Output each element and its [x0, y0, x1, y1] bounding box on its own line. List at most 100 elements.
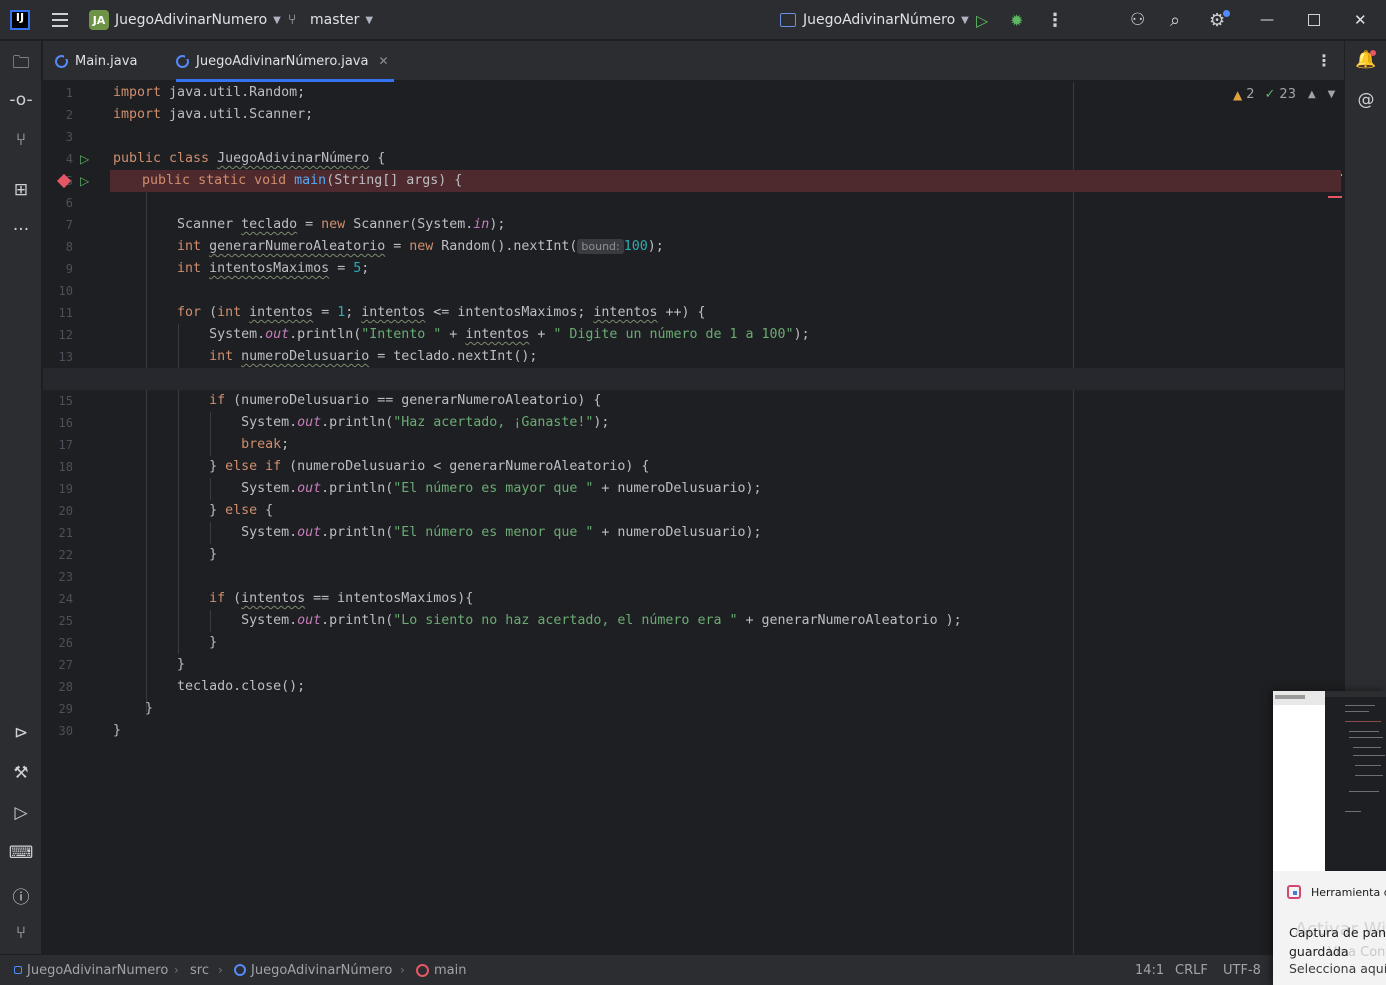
- run-class-gutter-icon[interactable]: ▷: [80, 148, 89, 170]
- line-number[interactable]: 9: [43, 258, 73, 280]
- line-number[interactable]: 17: [43, 434, 73, 456]
- project-selector[interactable]: JuegoAdivinarNumero ▼: [115, 0, 281, 40]
- structure-icon[interactable]: ⊞: [0, 180, 42, 200]
- line-number[interactable]: 22: [43, 544, 73, 566]
- line-number[interactable]: 13: [43, 346, 73, 368]
- services-icon[interactable]: ⊳: [0, 723, 42, 743]
- code-editor[interactable]: 1234567891011121314151617181920212223242…: [43, 82, 1344, 954]
- code-line-5[interactable]: public static void main(String[] args) {: [110, 170, 1341, 192]
- line-number[interactable]: 26: [43, 632, 73, 654]
- run-tool-icon[interactable]: ▷: [0, 803, 42, 823]
- code-line-15[interactable]: if (numeroDelusuario == generarNumeroAle…: [113, 390, 1344, 412]
- breadcrumb-method[interactable]: main: [416, 955, 466, 985]
- screenshot-thumbnail[interactable]: [1273, 691, 1386, 871]
- search-icon[interactable]: ⌕: [1170, 0, 1180, 40]
- code-line-25[interactable]: System.out.println("Lo siento no haz ace…: [113, 610, 1344, 632]
- line-number[interactable]: 7: [43, 214, 73, 236]
- code-line-17[interactable]: break;: [113, 434, 1344, 456]
- close-tab-icon[interactable]: ✕: [378, 54, 388, 68]
- line-number[interactable]: 24: [43, 588, 73, 610]
- run-main-gutter-icon[interactable]: ▷: [80, 170, 89, 192]
- run-icon[interactable]: ▷: [976, 0, 988, 40]
- maximize-icon[interactable]: [1308, 14, 1320, 26]
- code-line-16[interactable]: System.out.println("Haz acertado, ¡Ganas…: [113, 412, 1344, 434]
- breadcrumb-class[interactable]: JuegoAdivinarNúmero: [234, 955, 392, 985]
- terminal-icon[interactable]: ⌨: [0, 843, 42, 863]
- line-number[interactable]: 2: [43, 104, 73, 126]
- tab-main-java[interactable]: Main.java: [55, 41, 137, 81]
- close-window-icon[interactable]: ✕: [1354, 0, 1367, 40]
- code-line-7[interactable]: Scanner teclado = new Scanner(System.in)…: [113, 214, 1344, 236]
- line-number[interactable]: 19: [43, 478, 73, 500]
- line-number[interactable]: 21: [43, 522, 73, 544]
- line-number[interactable]: 29: [43, 698, 73, 720]
- line-number[interactable]: 15: [43, 390, 73, 412]
- line-number[interactable]: 1: [43, 82, 73, 104]
- line-number[interactable]: 18: [43, 456, 73, 478]
- code-line-20[interactable]: } else {: [113, 500, 1344, 522]
- code-line-11[interactable]: for (int intentos = 1; intentos <= inten…: [113, 302, 1344, 324]
- screenshot-notification[interactable]: Herramienta d Activar Wi Ve a Configura …: [1273, 691, 1386, 985]
- code-line-27[interactable]: }: [113, 654, 1344, 676]
- code-line-13[interactable]: int numeroDelusuario = teclado.nextInt()…: [113, 346, 1344, 368]
- project-folder-icon[interactable]: 🗀: [0, 50, 42, 79]
- breadcrumb-project[interactable]: JuegoAdivinarNumero: [14, 955, 168, 985]
- line-number[interactable]: 30: [43, 720, 73, 742]
- token-var: intentos: [361, 305, 426, 320]
- more-actions-icon[interactable]: ⋮: [1046, 0, 1064, 40]
- notifications-bell-icon[interactable]: 🔔: [1345, 50, 1386, 70]
- line-number[interactable]: 11: [43, 302, 73, 324]
- code-line-12[interactable]: System.out.println("Intento " + intentos…: [113, 324, 1344, 346]
- debug-icon[interactable]: ✹: [1010, 0, 1023, 40]
- caret-position[interactable]: 14:1: [1135, 955, 1164, 985]
- project-badge[interactable]: JA: [89, 10, 109, 30]
- editor-gutter[interactable]: 1234567891011121314151617181920212223242…: [43, 82, 110, 954]
- toast-title-line: guardada: [1289, 944, 1349, 959]
- code-line-22[interactable]: }: [113, 544, 1344, 566]
- code-line-21[interactable]: System.out.println("El número es menor q…: [113, 522, 1344, 544]
- add-user-icon[interactable]: ⚇: [1130, 0, 1145, 40]
- code-line-26[interactable]: }: [113, 632, 1344, 654]
- code-line-28[interactable]: teclado.close();: [113, 676, 1344, 698]
- line-number[interactable]: 4: [43, 148, 73, 170]
- build-hammer-icon[interactable]: ⚒: [0, 763, 42, 783]
- code-line-30[interactable]: }: [113, 720, 1344, 742]
- breadcrumb-src[interactable]: src: [190, 955, 209, 985]
- tab-actions-icon[interactable]: ⋮: [1316, 51, 1332, 70]
- problems-icon[interactable]: ⓘ: [0, 883, 42, 908]
- intellij-logo-icon[interactable]: IJ: [10, 10, 30, 30]
- git-icon[interactable]: ⑂: [0, 923, 42, 943]
- line-number[interactable]: 25: [43, 610, 73, 632]
- file-encoding[interactable]: UTF-8: [1223, 955, 1261, 985]
- line-number[interactable]: 28: [43, 676, 73, 698]
- minimize-icon[interactable]: —: [1260, 0, 1274, 40]
- code-line-1[interactable]: import java.util.Random;: [113, 82, 1344, 104]
- code-line-8[interactable]: int generarNumeroAleatorio = new Random(…: [113, 236, 1344, 258]
- line-separator[interactable]: CRLF: [1175, 955, 1208, 985]
- run-config-selector[interactable]: JuegoAdivinarNúmero ▼: [803, 0, 969, 40]
- code-line-4[interactable]: public class JuegoAdivinarNúmero {: [113, 148, 1344, 170]
- line-number[interactable]: 27: [43, 654, 73, 676]
- code-line-2[interactable]: import java.util.Scanner;: [113, 104, 1344, 126]
- code-line-29[interactable]: }: [113, 698, 1344, 720]
- line-number[interactable]: 16: [43, 412, 73, 434]
- commit-icon[interactable]: -o-: [0, 90, 42, 110]
- line-number[interactable]: 23: [43, 566, 73, 588]
- line-number[interactable]: 3: [43, 126, 73, 148]
- ai-assistant-icon[interactable]: @: [1345, 90, 1386, 110]
- line-number[interactable]: 20: [43, 500, 73, 522]
- line-number[interactable]: 12: [43, 324, 73, 346]
- settings-gear-icon[interactable]: ⚙: [1209, 0, 1225, 40]
- more-tools-icon[interactable]: ···: [0, 220, 42, 240]
- tab-juego-adivinar-numero[interactable]: JuegoAdivinarNúmero.java ✕: [176, 41, 394, 82]
- code-line-24[interactable]: if (intentos == intentosMaximos){: [113, 588, 1344, 610]
- branch-selector[interactable]: master ▼: [310, 0, 373, 40]
- pull-requests-icon[interactable]: ⑂: [0, 130, 42, 150]
- code-line-18[interactable]: } else if (numeroDelusuario < generarNum…: [113, 456, 1344, 478]
- line-number[interactable]: 10: [43, 280, 73, 302]
- code-line-9[interactable]: int intentosMaximos = 5;: [113, 258, 1344, 280]
- line-number[interactable]: 6: [43, 192, 73, 214]
- line-number[interactable]: 8: [43, 236, 73, 258]
- code-line-19[interactable]: System.out.println("El número es mayor q…: [113, 478, 1344, 500]
- main-menu-icon[interactable]: [50, 0, 70, 40]
